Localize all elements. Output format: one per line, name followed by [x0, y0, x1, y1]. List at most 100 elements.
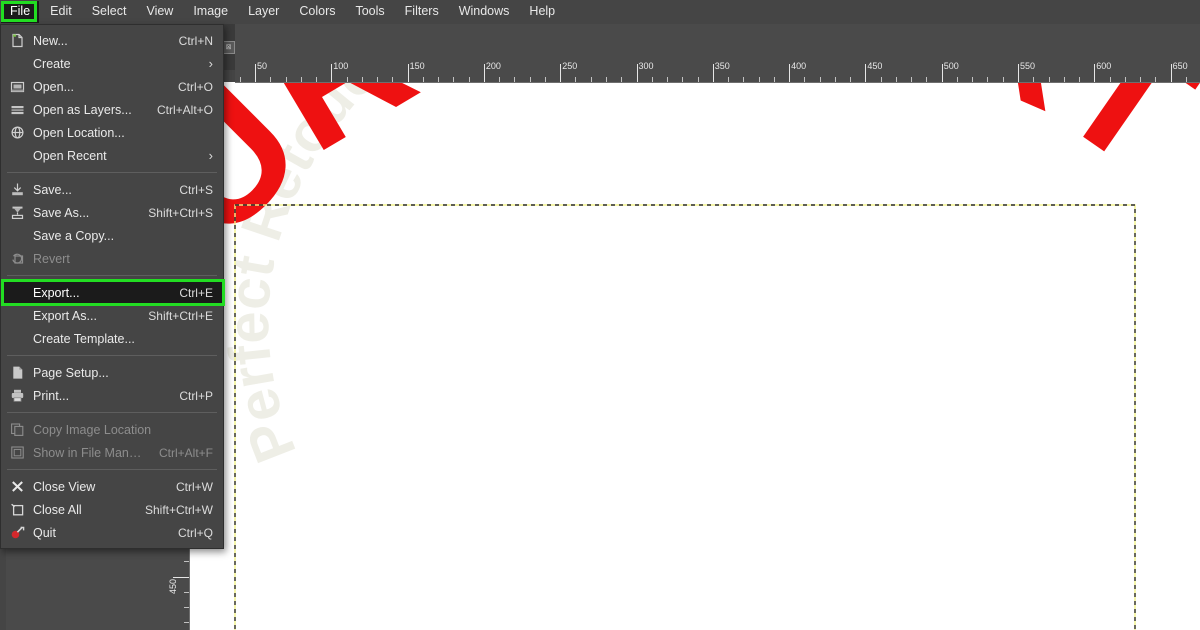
save-icon: [9, 182, 26, 197]
menubar-item-file[interactable]: File: [1, 1, 40, 23]
chevron-right-icon: ›: [208, 148, 213, 163]
ruler-tick: [987, 77, 989, 82]
ruler-tick: [184, 591, 189, 593]
menu-item-export-as[interactable]: Export As... Shift+Ctrl+E: [1, 304, 223, 327]
menubar-item-layer[interactable]: Layer: [239, 1, 288, 23]
no-icon-spacer: [9, 285, 26, 300]
ruler-tick: [728, 77, 730, 82]
ruler-tick: [377, 77, 379, 82]
menu-item-shortcut: Shift+Ctrl+E: [148, 308, 213, 323]
menubar-item-windows[interactable]: Windows: [450, 1, 519, 23]
ruler-tick: [392, 77, 394, 82]
menubar-item-edit[interactable]: Edit: [41, 1, 81, 23]
menu-item-label: Show in File Manager: [33, 445, 147, 460]
ruler-label: 200: [485, 61, 501, 71]
menu-item-shortcut: Ctrl+N: [178, 33, 213, 48]
ruler-tick: [682, 77, 684, 82]
ruler-label: 500: [943, 61, 959, 71]
menu-item-open-recent[interactable]: Open Recent ›: [1, 144, 223, 167]
ruler-label: 300: [638, 61, 654, 71]
menu-item-shortcut: Ctrl+O: [177, 79, 213, 94]
ruler-tick: [316, 77, 318, 82]
ruler-tick: [1109, 77, 1111, 82]
no-icon-spacer: [9, 331, 26, 346]
ruler-tick: [1048, 77, 1050, 82]
ruler-tick: [1124, 77, 1126, 82]
menu-item-save-as[interactable]: Save As... Shift+Ctrl+S: [1, 201, 223, 224]
menu-item-label: Revert: [33, 251, 70, 266]
menu-item-save-a-copy[interactable]: Save a Copy...: [1, 224, 223, 247]
layers-icon: [9, 102, 26, 117]
ruler-tick: [758, 77, 760, 82]
ruler-tick: [1002, 77, 1004, 82]
printer-icon: [9, 388, 26, 403]
menubar-item-select[interactable]: Select: [83, 1, 136, 23]
file-dropdown-menu[interactable]: New... Ctrl+N Create › Open... Ctrl+O Open as …: [0, 24, 225, 549]
menu-separator: [7, 412, 217, 413]
ruler-tick: [1079, 77, 1081, 82]
menu-item-quit[interactable]: Quit Ctrl+Q: [1, 521, 223, 544]
ruler-tick: [300, 77, 302, 82]
menubar-item-colors[interactable]: Colors: [290, 1, 344, 23]
ruler-label: 650: [1172, 61, 1188, 71]
vertical-ruler[interactable]: 450: [167, 536, 190, 630]
menubar-item-filters[interactable]: Filters: [396, 1, 448, 23]
menu-item-new[interactable]: New... Ctrl+N: [1, 29, 223, 52]
menu-item-open-as-layers[interactable]: Open as Layers... Ctrl+Alt+O: [1, 98, 223, 121]
menu-item-close-all[interactable]: Close All Shift+Ctrl+W: [1, 498, 223, 521]
menu-item-label: Close View: [33, 479, 96, 494]
menu-item-shortcut: Ctrl+Q: [177, 525, 213, 540]
menu-item-label: Open...: [33, 79, 74, 94]
ruler-tick: [605, 77, 607, 82]
save-as-icon: [9, 205, 26, 220]
menu-item-shortcut: Ctrl+Alt+F: [158, 445, 213, 460]
menu-item-create-template[interactable]: Create Template...: [1, 327, 223, 350]
menu-item-export[interactable]: Export... Ctrl+E: [1, 281, 223, 304]
menu-item-close-view[interactable]: Close View Ctrl+W: [1, 475, 223, 498]
menu-item-revert: Revert: [1, 247, 223, 270]
ruler-tick: [590, 77, 592, 82]
menu-item-shortcut: Ctrl+Alt+O: [156, 102, 213, 117]
menu-item-label: Page Setup...: [33, 365, 109, 380]
menu-item-create[interactable]: Create ›: [1, 52, 223, 75]
ruler-tick: [972, 77, 974, 82]
menu-item-label: Save a Copy...: [33, 228, 115, 243]
ruler-tick: [1185, 77, 1187, 82]
menubar-item-view[interactable]: View: [137, 1, 182, 23]
ruler-tick: [173, 576, 189, 578]
horizontal-ruler[interactable]: 50 100 150 200 250 300 350 400 450 500 550 600 650: [235, 60, 1200, 83]
ruler-tick: [621, 77, 623, 82]
image-canvas[interactable]: Perfect Retouching Inc. CURVE TEXT: [190, 82, 1200, 630]
menu-item-label: Create Template...: [33, 331, 135, 346]
ruler-label: 100: [333, 61, 349, 71]
ruler-label: 350: [714, 61, 730, 71]
ruler-tick: [697, 77, 699, 82]
menu-item-open[interactable]: Open... Ctrl+O: [1, 75, 223, 98]
ruler-tick: [438, 77, 440, 82]
menu-item-page-setup[interactable]: Page Setup...: [1, 361, 223, 384]
ruler-tick: [956, 77, 958, 82]
menubar-item-image[interactable]: Image: [184, 1, 237, 23]
menu-item-save[interactable]: Save... Ctrl+S: [1, 178, 223, 201]
chevron-right-icon: ›: [208, 56, 213, 71]
copy-icon: [9, 422, 26, 437]
menu-item-label: Save...: [33, 182, 72, 197]
menu-item-shortcut: Ctrl+S: [179, 182, 213, 197]
menu-item-label: Export...: [33, 285, 80, 300]
ruler-tick: [499, 77, 501, 82]
ruler-label: 450: [867, 61, 883, 71]
page-setup-icon: [9, 365, 26, 380]
menu-item-print[interactable]: Print... Ctrl+P: [1, 384, 223, 407]
menu-item-label: Copy Image Location: [33, 422, 152, 437]
ruler-tick: [1033, 77, 1035, 82]
menu-item-label: Open Location...: [33, 125, 125, 140]
ruler-tick: [926, 77, 928, 82]
ruler-tick: [1155, 77, 1157, 82]
menubar-item-tools[interactable]: Tools: [346, 1, 393, 23]
menu-item-label: Quit: [33, 525, 56, 540]
menubar-item-help[interactable]: Help: [520, 1, 564, 23]
menu-item-open-location[interactable]: Open Location...: [1, 121, 223, 144]
menu-item-shortcut: Ctrl+W: [176, 479, 213, 494]
ruler-tick: [1063, 77, 1065, 82]
ruler-tick: [651, 77, 653, 82]
